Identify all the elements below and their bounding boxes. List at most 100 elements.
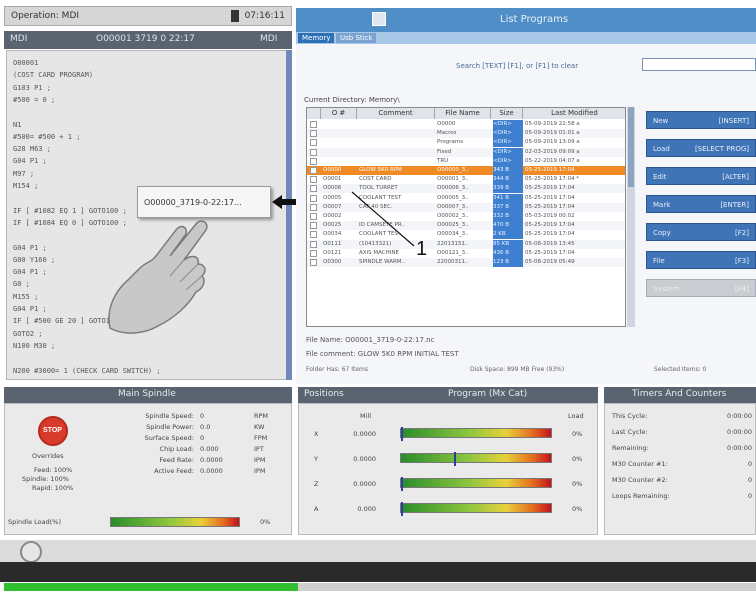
spindle-load-label: Spindle Load(%) — [8, 518, 62, 526]
cell-file: O00025_3.. — [437, 222, 469, 229]
tab-usb-stick[interactable]: Usb Stick — [336, 33, 377, 43]
callout-leader-line — [351, 191, 415, 247]
axis-label: X — [314, 430, 319, 438]
side-button-load[interactable]: Load [SELECT PROG] — [646, 139, 756, 157]
side-button-label: Copy — [653, 229, 671, 237]
cell-comment: COST CARD — [359, 176, 392, 183]
table-row[interactable]: O0300 SPINDLE WARM.. 22000311.. 123 B 05-08-… — [307, 258, 625, 267]
positions-header: Positions Program (Mx Cat) — [298, 387, 598, 403]
cell-modified: 02-03-2019 09:09 a — [525, 148, 580, 155]
search-hint: Search [TEXT] [F1], or [F1] to clear — [456, 62, 579, 70]
cell-onum: O0000 — [323, 167, 342, 173]
code-line: M97 ; — [13, 169, 35, 178]
side-button-edit[interactable]: Edit [ALTER] — [646, 167, 756, 185]
row-checkbox[interactable] — [310, 231, 317, 239]
row-checkbox[interactable] — [310, 240, 317, 248]
row-checkbox[interactable] — [310, 176, 317, 184]
home-round-icon[interactable] — [20, 541, 42, 563]
table-row[interactable]: Fixed <DIR> 02-03-2019 09:09 a — [307, 147, 625, 157]
cell-file: O00001_3.. — [437, 176, 469, 183]
axis-value: 0.0000 — [353, 480, 376, 488]
row-checkbox[interactable] — [310, 167, 317, 174]
axis-label: A — [314, 505, 319, 513]
timer-value: 0 — [747, 476, 752, 484]
positions-load-label: Load — [568, 412, 584, 420]
side-button-label: Load — [653, 145, 670, 153]
side-button-new[interactable]: New [INSERT] — [646, 111, 756, 129]
row-checkbox[interactable] — [310, 203, 317, 211]
axis-load-marker — [401, 427, 403, 441]
row-checkbox[interactable] — [310, 139, 317, 147]
soft-key-bar — [0, 540, 756, 562]
spindle-readout-label: Active Feed: — [154, 467, 194, 475]
mdi-tag: MDI — [260, 34, 278, 44]
list-programs-header: List Programs — [296, 8, 756, 32]
clock: 07:16:11 — [244, 11, 285, 21]
row-checkbox[interactable] — [310, 213, 317, 220]
axis-load-marker — [401, 502, 403, 516]
row-checkbox[interactable] — [310, 148, 317, 156]
row-checkbox[interactable] — [310, 194, 317, 202]
axis-load-gauge — [400, 502, 552, 516]
axis-label: Y — [314, 455, 318, 463]
main-spindle-header: Main Spindle — [4, 387, 292, 403]
table-row-selected[interactable]: O0000 GLOW 5K0 RPM O00000_3.. 343 B 05-25-20… — [307, 166, 625, 175]
timer-value: 0:00:00 — [726, 444, 752, 452]
table-row[interactable]: TRU <DIR> 05-22-2019 04:07 a — [307, 156, 625, 166]
code-line: G28 M63 ; — [13, 145, 51, 154]
editor-scrollbar[interactable] — [286, 50, 292, 380]
table-scrollbar[interactable] — [627, 107, 635, 327]
table-row[interactable]: O0121 AXIS MACHINE O00121_3.. 436 B 05-25-20… — [307, 248, 625, 258]
search-input[interactable] — [642, 58, 756, 71]
spindle-readout-unit: IPT — [254, 445, 264, 453]
table-row[interactable]: O0001 COST CARD O00001_3.. 344 B 05-25-2019 … — [307, 175, 625, 185]
cell-file: O00005_3.. — [437, 194, 469, 201]
spindle-readout-label: Surface Speed: — [144, 434, 194, 442]
side-button-mark[interactable]: Mark [ENTER] — [646, 195, 756, 213]
spindle-readout-label: Spindle Speed: — [145, 412, 194, 420]
row-checkbox[interactable] — [310, 157, 317, 165]
cell-size: 470 B — [493, 221, 523, 231]
side-button-label: File — [653, 257, 665, 265]
cell-modified: 05-09-2019 13:09 a — [525, 139, 580, 146]
callout-number: 1 — [416, 238, 428, 260]
row-checkbox[interactable] — [310, 222, 317, 230]
column-header-last-modified[interactable]: Last Modified — [523, 108, 625, 119]
column-header-comment[interactable]: Comment — [357, 108, 435, 119]
table-row[interactable]: O0000 <DIR> 05-09-2019 22:58 a — [307, 120, 625, 129]
cell-modified: 05-09-2019 22:58 a — [525, 121, 580, 127]
mdi-mode-label: MDI — [10, 34, 28, 44]
side-button-label: Edit — [653, 173, 667, 181]
side-button-system[interactable]: System [F4] — [646, 279, 756, 297]
table-row[interactable]: Programs <DIR> 05-09-2019 13:09 a — [307, 138, 625, 148]
column-header-size[interactable]: Size — [491, 108, 523, 119]
spindle-readout-value: 0.0000 — [200, 456, 223, 464]
code-line: G04 P1 ; — [13, 157, 47, 166]
side-button-copy[interactable]: Copy [F2] — [646, 223, 756, 241]
cell-file: TRU — [437, 157, 449, 164]
positions-column-label: Mill — [360, 412, 372, 420]
code-line: G04 P1 ; — [13, 305, 47, 313]
cell-onum: O0300 — [323, 259, 342, 265]
row-checkbox[interactable] — [310, 259, 317, 266]
row-checkbox[interactable] — [310, 121, 317, 128]
mdi-program-label: O00001 3719 0 22:17 — [96, 34, 195, 44]
row-checkbox[interactable] — [310, 130, 317, 138]
operation-status-bar: Operation: MDI 07:16:11 — [4, 6, 292, 26]
cell-onum — [323, 120, 357, 129]
row-checkbox[interactable] — [310, 185, 317, 193]
spindle-readout-label: Chip Load: — [159, 445, 194, 453]
axis-label: Z — [314, 480, 319, 488]
scroll-thumb[interactable] — [628, 107, 634, 187]
side-button-label: System — [653, 285, 680, 293]
row-checkbox[interactable] — [310, 249, 317, 257]
side-button-key: [SELECT PROG] — [694, 145, 749, 153]
message-bar — [0, 562, 756, 582]
tab-memory[interactable]: Memory — [298, 33, 335, 43]
column-header-file-name[interactable]: File Name — [435, 108, 491, 119]
side-button-file[interactable]: File [F3] — [646, 251, 756, 269]
table-row[interactable]: Macros <DIR> 05-09-2019 01:01 a — [307, 129, 625, 139]
key-icon — [231, 10, 239, 22]
column-header-onum[interactable]: O # — [321, 108, 357, 119]
cell-file: O00007_3.. — [437, 203, 469, 210]
